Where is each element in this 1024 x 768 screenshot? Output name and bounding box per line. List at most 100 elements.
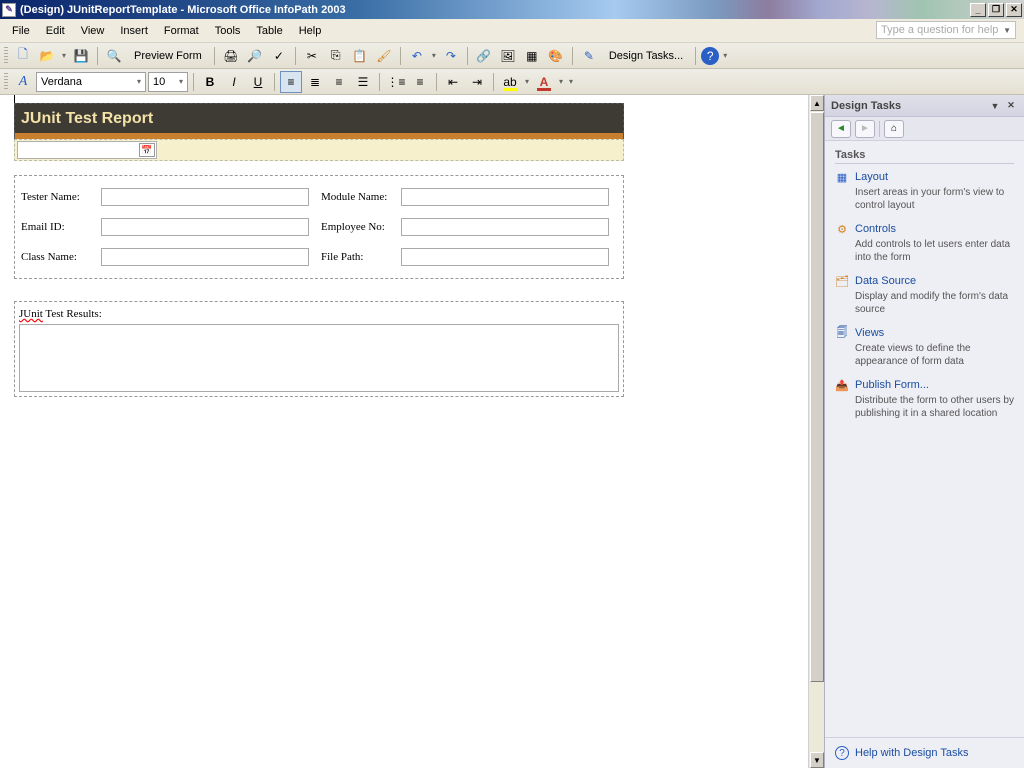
scroll-thumb[interactable] [810, 112, 824, 682]
task-layout-desc: Insert areas in your form's view to cont… [855, 186, 1014, 212]
preview-icon[interactable]: 🔍 [103, 45, 125, 67]
nav-back-button[interactable]: ◄ [831, 120, 851, 138]
size-caret-icon: ▾ [179, 77, 183, 86]
color-scheme-icon[interactable]: 🎨 [545, 45, 567, 67]
preview-form-button[interactable]: Preview Form [127, 45, 209, 67]
results-text-box[interactable] [19, 324, 619, 392]
report-title[interactable]: JUnit Test Report [14, 103, 624, 133]
formatting-toolbar-options[interactable]: ▾ [567, 77, 575, 86]
results-label-word-spellcheck: JUnit [19, 308, 43, 320]
print-icon[interactable]: 🖨 [220, 45, 242, 67]
align-center-icon[interactable]: ≣ [304, 71, 326, 93]
menu-tools[interactable]: Tools [207, 22, 249, 40]
underline-button[interactable]: U [247, 71, 269, 93]
task-views-desc: Create views to define the appearance of… [855, 342, 1014, 368]
task-views-label: Views [855, 327, 884, 339]
font-color-dropdown[interactable]: ▾ [557, 77, 565, 86]
copy-icon[interactable]: ⎘ [325, 45, 347, 67]
close-button[interactable]: ✕ [1006, 3, 1022, 17]
undo-dropdown[interactable]: ▾ [430, 51, 438, 60]
date-picker-field[interactable]: 📅 [17, 141, 157, 159]
task-link-views[interactable]: 🗐 Views [835, 326, 1014, 340]
scroll-up-arrow[interactable]: ▲ [810, 95, 824, 111]
task-link-controls[interactable]: ⚙ Controls [835, 222, 1014, 236]
vertical-scrollbar[interactable]: ▲ ▼ [808, 95, 824, 768]
menu-insert[interactable]: Insert [112, 22, 156, 40]
open-icon[interactable]: 📂 [36, 45, 58, 67]
results-label[interactable]: JUnit Test Results: [19, 306, 619, 322]
help-search-box[interactable]: Type a question for help ▼ [876, 21, 1016, 39]
insert-picture-icon[interactable]: 🖼 [497, 45, 519, 67]
toolbar-grip-2[interactable] [4, 73, 8, 91]
design-tasks-icon[interactable]: ✎ [578, 45, 600, 67]
menu-help[interactable]: Help [291, 22, 330, 40]
task-data-source-label: Data Source [855, 275, 916, 287]
menu-format[interactable]: Format [156, 22, 207, 40]
task-link-data-source[interactable]: 🗂 Data Source [835, 274, 1014, 288]
design-tasks-button[interactable]: Design Tasks... [602, 45, 690, 67]
bullets-icon[interactable]: ⋮≡ [385, 71, 407, 93]
insert-hyperlink-icon[interactable]: 🔗 [473, 45, 495, 67]
nav-forward-button[interactable]: ► [855, 120, 875, 138]
increase-indent-icon[interactable]: ⇥ [466, 71, 488, 93]
insert-table-icon[interactable]: ▦ [521, 45, 543, 67]
toolbar-options-dropdown[interactable]: ▾ [721, 51, 729, 60]
menu-table[interactable]: Table [248, 22, 290, 40]
bold-button[interactable]: B [199, 71, 221, 93]
toolbar-grip[interactable] [4, 47, 8, 65]
menu-edit[interactable]: Edit [38, 22, 73, 40]
cut-icon[interactable]: ✂ [301, 45, 323, 67]
help-with-design-tasks-link[interactable]: ? Help with Design Tasks [835, 746, 1014, 760]
task-publish-desc: Distribute the form to other users by pu… [855, 394, 1014, 420]
tester-name-field[interactable] [101, 188, 309, 206]
menu-view[interactable]: View [73, 22, 113, 40]
file-path-field[interactable] [401, 248, 609, 266]
print-preview-icon[interactable]: 🔎 [244, 45, 266, 67]
calendar-icon[interactable]: 📅 [139, 143, 155, 157]
class-name-field[interactable] [101, 248, 309, 266]
format-painter-icon[interactable]: 🖌 [373, 45, 395, 67]
maximize-button[interactable]: ❐ [988, 3, 1004, 17]
font-icon[interactable]: A [12, 71, 34, 93]
title-bar: ✎ (Design) JUnitReportTemplate - Microso… [0, 0, 1024, 19]
design-canvas[interactable]: JUnit Test Report 📅 Tester Name: Module … [0, 95, 808, 768]
taskpane-menu-caret[interactable]: ▼ [988, 99, 1002, 113]
menu-file[interactable]: File [4, 22, 38, 40]
taskpane-header: Design Tasks ▼ ✕ [825, 95, 1024, 117]
redo-icon[interactable]: ↷ [440, 45, 462, 67]
decrease-indent-icon[interactable]: ⇤ [442, 71, 464, 93]
views-icon: 🗐 [835, 326, 849, 340]
font-color-icon[interactable]: A [533, 71, 555, 93]
table-row: Employee No: [319, 212, 619, 242]
font-selector[interactable]: Verdana ▾ [36, 72, 146, 92]
align-justify-icon[interactable]: ☰ [352, 71, 374, 93]
task-link-publish-form[interactable]: 📤 Publish Form... [835, 378, 1014, 392]
help-icon[interactable]: ? [701, 47, 719, 65]
taskpane-close-button[interactable]: ✕ [1004, 99, 1018, 113]
paste-icon[interactable]: 📋 [349, 45, 371, 67]
task-link-layout[interactable]: ▦ Layout [835, 170, 1014, 184]
open-dropdown[interactable]: ▾ [60, 51, 68, 60]
employee-no-field[interactable] [401, 218, 609, 236]
italic-button[interactable]: I [223, 71, 245, 93]
highlight-icon[interactable]: ab [499, 71, 521, 93]
new-icon[interactable]: 🗋 [12, 45, 34, 67]
align-left-icon[interactable]: ≡ [280, 71, 302, 93]
email-id-field[interactable] [101, 218, 309, 236]
form-fields-section: Tester Name: Module Name: Email ID: Empl… [14, 175, 624, 279]
nav-home-button[interactable]: ⌂ [884, 120, 904, 138]
undo-icon[interactable]: ↶ [406, 45, 428, 67]
report-header: JUnit Test Report 📅 [14, 103, 624, 161]
minimize-button[interactable]: _ [970, 3, 986, 17]
save-icon[interactable]: 💾 [70, 45, 92, 67]
publish-icon: 📤 [835, 378, 849, 392]
module-name-field[interactable] [401, 188, 609, 206]
spellcheck-icon[interactable]: ✓ [268, 45, 290, 67]
results-label-rest: Test Results: [43, 308, 102, 320]
font-size-selector[interactable]: 10 ▾ [148, 72, 188, 92]
numbering-icon[interactable]: ≡ [409, 71, 431, 93]
module-name-label: Module Name: [321, 191, 401, 203]
scroll-down-arrow[interactable]: ▼ [810, 752, 824, 768]
align-right-icon[interactable]: ≡ [328, 71, 350, 93]
highlight-dropdown[interactable]: ▾ [523, 77, 531, 86]
